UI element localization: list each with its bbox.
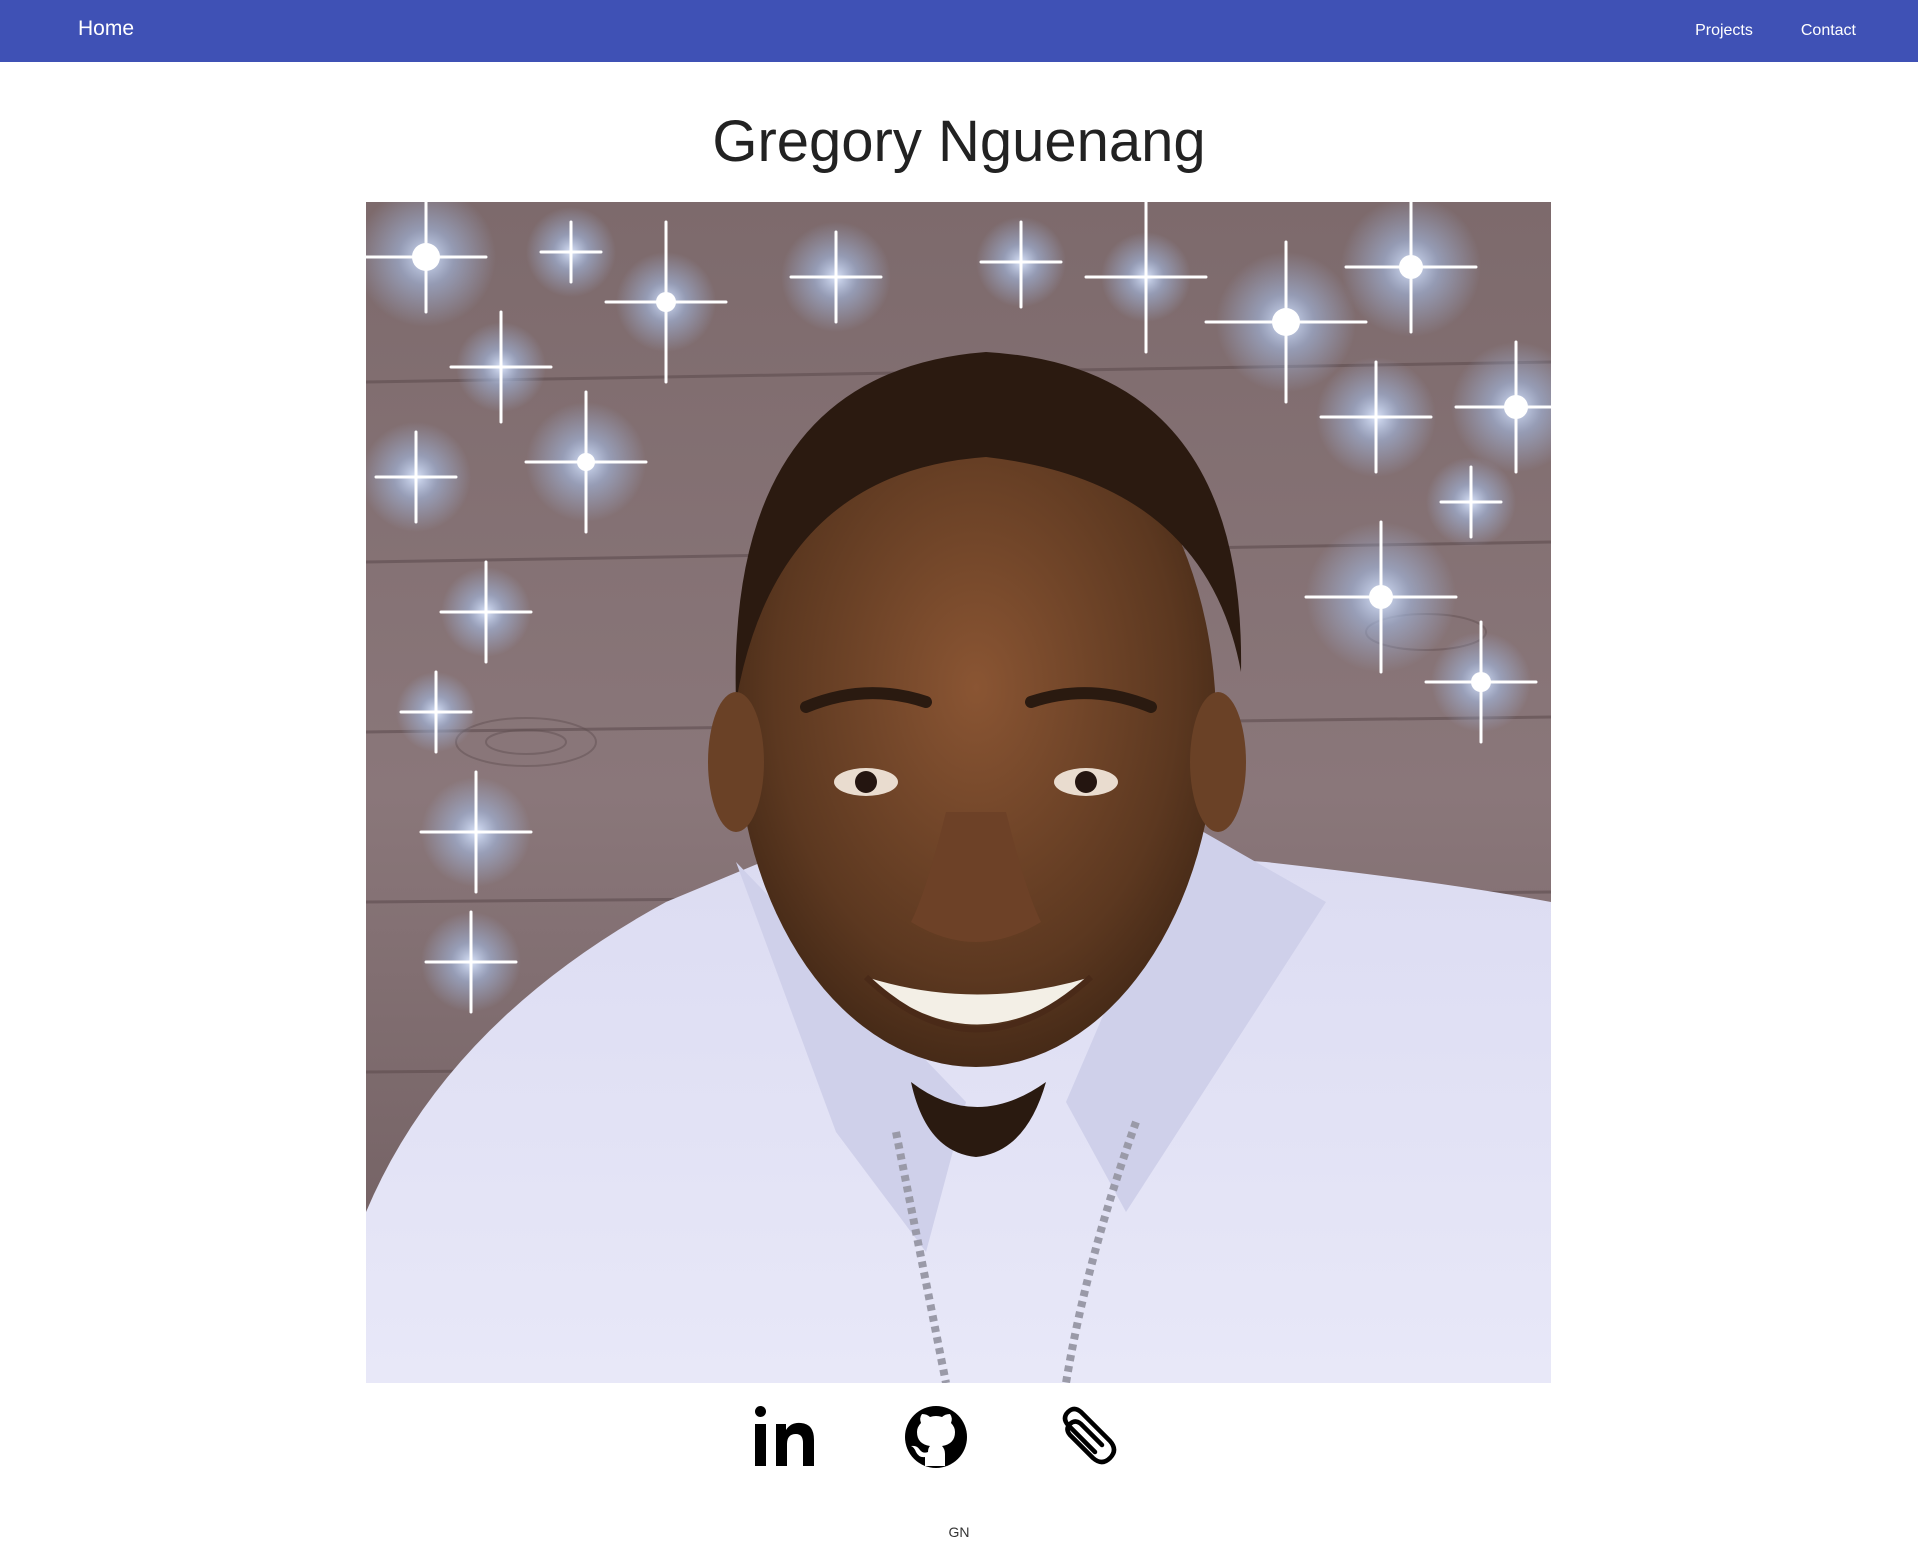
nav-home-link[interactable]: Home [78,17,134,41]
linkedin-link[interactable] [750,1402,820,1472]
github-icon [905,1406,967,1468]
top-navbar: Home Projects Contact [0,0,1918,62]
nav-projects-link[interactable]: Projects [1695,22,1753,40]
paperclip-icon [1062,1406,1117,1465]
paperclip-link[interactable] [1050,1402,1120,1472]
social-links [0,1402,1918,1472]
nav-links: Projects Contact [1695,0,1856,62]
profile-photo [366,202,1551,1383]
page-title: Gregory Nguenang [712,109,1206,174]
nav-contact-link[interactable]: Contact [1801,22,1856,40]
footer-initials: GN [948,1524,970,1540]
profile-photo-illustration [366,202,1551,1383]
linkedin-icon [755,1406,814,1466]
github-link[interactable] [901,1402,971,1472]
